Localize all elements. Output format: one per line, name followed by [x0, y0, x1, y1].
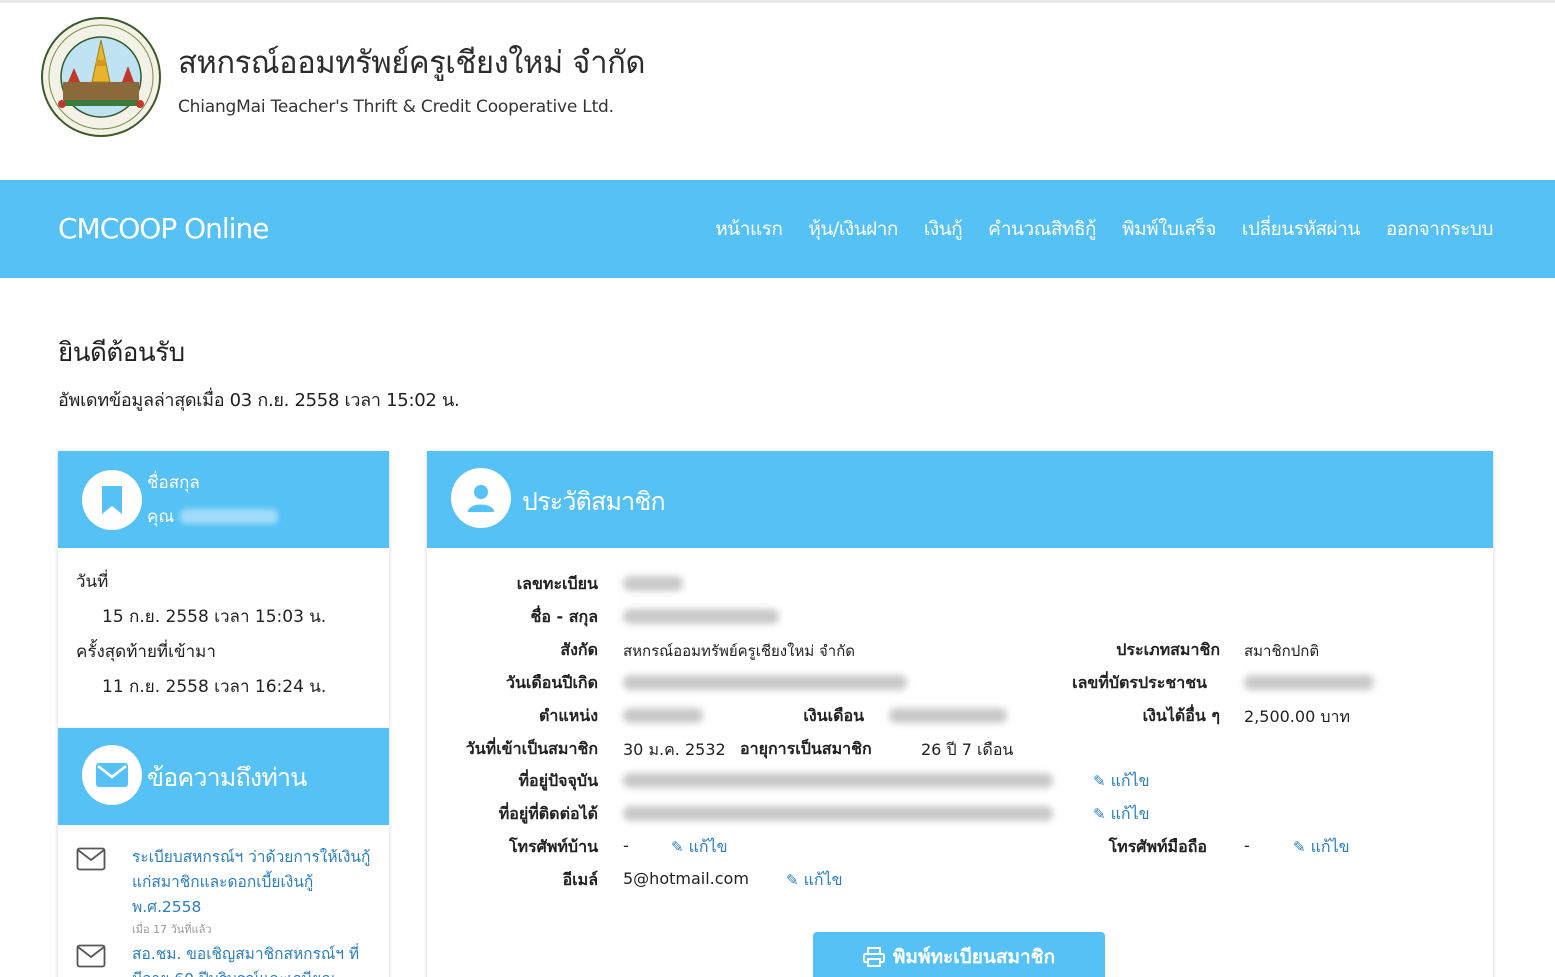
- redacted-name: [623, 609, 779, 624]
- email-label: อีเมล์: [562, 870, 598, 889]
- redacted-salary: [889, 708, 1007, 723]
- top-navbar: CMCOOP Online หน้าแรก หุ้น/เงินฝาก เงินก…: [0, 180, 1555, 278]
- citizen-id-label: เลขที่บัตรประชาชน: [1072, 673, 1207, 692]
- envelope-outline-icon: [76, 944, 106, 968]
- profile-name-prefix: คุณ: [147, 507, 175, 527]
- bookmark-icon: [82, 470, 142, 530]
- membership-age-value: 26 ปี 7 เดือน: [921, 740, 1014, 759]
- contact-address-label: ที่อยู่ที่ติดต่อได้: [498, 804, 598, 823]
- nav-item-print-receipt[interactable]: พิมพ์ใบเสร็จ: [1122, 214, 1216, 244]
- date-label: วันที่: [76, 572, 109, 592]
- top-rule: [0, 0, 1555, 3]
- nav-brand[interactable]: CMCOOP Online: [58, 212, 269, 245]
- profile-name: คุณ: [147, 503, 279, 530]
- printer-icon: [862, 947, 885, 967]
- nav-item-shares-deposits[interactable]: หุ้น/เงินฝาก: [808, 214, 898, 244]
- profile-name-label: ชื่อสกุล: [147, 473, 200, 493]
- pencil-icon: ✎: [786, 871, 799, 889]
- join-date-value: 30 ม.ค. 2532: [623, 740, 726, 759]
- mobile-phone-label: โทรศัพท์มือถือ: [1108, 837, 1207, 856]
- welcome-title: ยินดีต้อนรับ: [58, 338, 185, 368]
- member-type-label: ประเภทสมาชิก: [1116, 640, 1220, 659]
- position-label: ตำแหน่ง: [539, 706, 598, 725]
- user-icon: [451, 468, 511, 528]
- other-income-value: 2,500.00 บาท: [1244, 707, 1351, 726]
- print-button-label: พิมพ์ทะเบียนสมาชิก: [892, 946, 1056, 968]
- edit-current-address-button[interactable]: ✎ แก้ไข: [1093, 769, 1150, 794]
- member-panel-header: ประวัติสมาชิก: [427, 451, 1493, 548]
- last-login-label: ครั้งสุดท้ายที่เข้ามา: [76, 642, 216, 662]
- messages-title: ข้อความถึงท่าน: [147, 763, 307, 792]
- message-time: เมื่อ 17 วันที่แล้ว: [132, 923, 212, 936]
- redacted-citizen-id: [1244, 675, 1374, 690]
- redacted-current-address: [623, 773, 1053, 788]
- envelope-outline-icon: [76, 847, 106, 871]
- other-income-label: เงินได้อื่น ๆ: [1142, 706, 1220, 725]
- nav-item-home[interactable]: หน้าแรก: [715, 214, 783, 244]
- current-address-label: ที่อยู่ปัจจุบัน: [518, 771, 598, 790]
- home-phone-value: -: [623, 836, 629, 855]
- messages-panel: ข้อความถึงท่าน ระเบียบสหกรณ์ฯ ว่าด้วยการ…: [58, 728, 389, 977]
- pencil-icon: ✎: [1293, 838, 1306, 856]
- name-label: ชื่อ - สกุล: [530, 607, 598, 626]
- message-list: ระเบียบสหกรณ์ฯ ว่าด้วยการให้เงินกู้แก่สม…: [58, 825, 389, 977]
- home-phone-label: โทรศัพท์บ้าน: [508, 837, 598, 856]
- envelope-icon: [82, 745, 142, 805]
- profile-panel: ชื่อสกุล คุณ วันที่ 15 ก.ย. 2558 เวลา 15…: [58, 451, 389, 728]
- birthdate-label: วันเดือนปีเกิด: [505, 673, 598, 692]
- profile-panel-header: ชื่อสกุล คุณ: [58, 451, 389, 548]
- date-value: 15 ก.ย. 2558 เวลา 15:03 น.: [102, 607, 327, 627]
- redacted-contact-address: [623, 806, 1053, 821]
- last-login-value: 11 ก.ย. 2558 เวลา 16:24 น.: [102, 677, 327, 697]
- nav-item-loan-calculator[interactable]: คำนวณสิทธิกู้: [988, 214, 1096, 244]
- pencil-icon: ✎: [671, 838, 684, 856]
- edit-email-button[interactable]: ✎ แก้ไข: [786, 868, 843, 893]
- nav-item-change-password[interactable]: เปลี่ยนรหัสผ่าน: [1242, 214, 1360, 244]
- message-item: ระเบียบสหกรณ์ฯ ว่าด้วยการให้เงินกู้แก่สม…: [76, 845, 389, 938]
- member-no-label: เลขทะเบียน: [516, 574, 598, 593]
- salary-label: เงินเดือน: [803, 706, 864, 725]
- message-link[interactable]: สอ.ชม. ขอเชิญสมาชิกสหกรณ์ฯ ที่มีอายุ 60 …: [132, 942, 372, 977]
- site-header: สหกรณ์ออมทรัพย์ครูเชียงใหม่ จำกัด Chiang…: [40, 16, 646, 138]
- member-type-value: สมาชิกปกติ: [1244, 642, 1320, 660]
- join-date-label: วันที่เข้าเป็นสมาชิก: [465, 739, 598, 758]
- redacted-name: [180, 509, 279, 524]
- redacted-member-no: [623, 576, 683, 591]
- cooperative-logo-icon: [41, 17, 161, 137]
- redacted-birthdate: [623, 675, 907, 690]
- pencil-icon: ✎: [1093, 772, 1106, 790]
- affiliation-label: สังกัด: [560, 640, 598, 659]
- print-member-record-button[interactable]: พิมพ์ทะเบียนสมาชิก: [813, 932, 1105, 977]
- mobile-phone-value: -: [1244, 836, 1250, 855]
- nav-menu: หน้าแรก หุ้น/เงินฝาก เงินกู้ คำนวณสิทธิก…: [715, 214, 1493, 244]
- nav-item-logout[interactable]: ออกจากระบบ: [1386, 214, 1494, 244]
- org-name-en: ChiangMai Teacher's Thrift & Credit Coop…: [178, 97, 614, 117]
- membership-age-label: อายุการเป็นสมาชิก: [740, 739, 872, 758]
- message-link[interactable]: ระเบียบสหกรณ์ฯ ว่าด้วยการให้เงินกู้แก่สม…: [132, 845, 372, 920]
- last-update-text: อัพเดทข้อมูลล่าสุดเมื่อ 03 ก.ย. 2558 เวล…: [58, 390, 460, 411]
- edit-contact-address-button[interactable]: ✎ แก้ไข: [1093, 802, 1150, 827]
- affiliation-value: สหกรณ์ออมทรัพย์ครูเชียงใหม่ จำกัด: [623, 642, 856, 660]
- pencil-icon: ✎: [1093, 805, 1106, 823]
- edit-home-phone-button[interactable]: ✎ แก้ไข: [671, 835, 728, 860]
- org-name-th: สหกรณ์ออมทรัพย์ครูเชียงใหม่ จำกัด: [178, 45, 646, 81]
- redacted-position: [623, 708, 703, 723]
- nav-item-loans[interactable]: เงินกู้: [924, 214, 963, 244]
- messages-panel-header: ข้อความถึงท่าน: [58, 728, 389, 825]
- profile-panel-body: วันที่ 15 ก.ย. 2558 เวลา 15:03 น. ครั้งส…: [58, 548, 389, 710]
- email-value: 5@hotmail.com: [623, 869, 749, 888]
- member-history-panel: ประวัติสมาชิก เลขทะเบียน ชื่อ - สกุล สัง…: [427, 451, 1493, 977]
- member-history-title: ประวัติสมาชิก: [522, 487, 666, 516]
- edit-mobile-phone-button[interactable]: ✎ แก้ไข: [1293, 835, 1350, 860]
- message-item: สอ.ชม. ขอเชิญสมาชิกสหกรณ์ฯ ที่มีอายุ 60 …: [76, 942, 389, 977]
